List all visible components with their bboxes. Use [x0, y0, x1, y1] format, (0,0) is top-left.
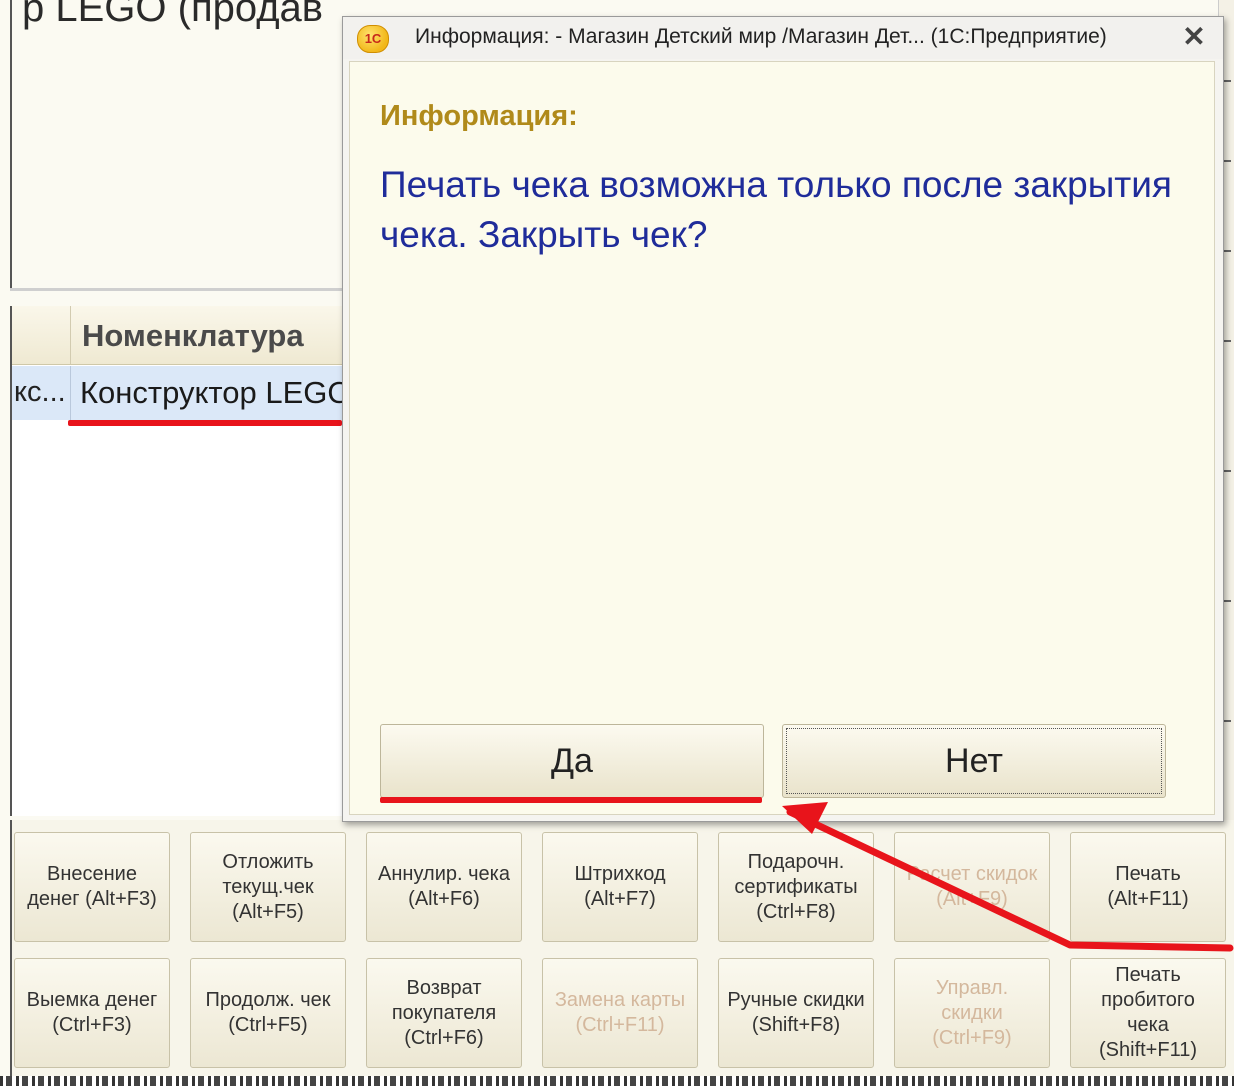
dialog-title: Информация: - Магазин Детский мир /Магаз… [415, 25, 1107, 48]
dialog-heading: Информация: [380, 100, 578, 132]
edge-mark [1223, 340, 1231, 342]
status-strip [0, 1076, 1234, 1086]
dialog-titlebar[interactable]: 1С Информация: - Магазин Детский мир /Ма… [343, 17, 1223, 59]
annotation-underline-yes [380, 797, 762, 803]
toolbar-button-row2-3[interactable]: Возврат покупателя (Ctrl+F6) [366, 958, 522, 1068]
edge-mark [1223, 720, 1231, 722]
toolbar-button-row2-4: Замена карты (Ctrl+F11) [542, 958, 698, 1068]
toolbar-button-row1-1[interactable]: Внесение денег (Alt+F3) [14, 832, 170, 942]
edge-mark [1223, 250, 1231, 252]
edge-mark [1223, 470, 1231, 472]
goods-table[interactable]: Номенклатура кс... Конструктор LEGO [10, 306, 352, 816]
toolbar-button-row1-4[interactable]: Штрихкод (Alt+F7) [542, 832, 698, 942]
toolbar-button-row1-2[interactable]: Отложить текущ.чек (Alt+F5) [190, 832, 346, 942]
table-cell-nomenclature: Конструктор LEGO [80, 375, 352, 410]
app-logo-icon: 1С [357, 25, 389, 53]
toolbar-button-row2-1[interactable]: Выемка денег (Ctrl+F3) [14, 958, 170, 1068]
yes-button[interactable]: Да [380, 724, 764, 798]
close-icon[interactable]: ✕ [1179, 21, 1209, 53]
annotation-underline-item [68, 420, 342, 426]
edge-mark [1223, 80, 1231, 82]
toolbar-button-row1-3[interactable]: Аннулир. чека (Alt+F6) [366, 832, 522, 942]
info-dialog: 1С Информация: - Магазин Детский мир /Ма… [342, 16, 1224, 822]
column-header-nomenclature[interactable]: Номенклатура [82, 318, 304, 354]
document-title: р LEGO (продав [22, 0, 324, 30]
column-separator [70, 366, 71, 420]
edge-mark [1223, 160, 1231, 162]
dialog-message: Печать чека возможна только после закрыт… [380, 164, 1172, 255]
edge-mark [1223, 600, 1231, 602]
annotation-arrow [782, 802, 1234, 952]
document-header-panel: р LEGO (продав [10, 0, 352, 290]
dialog-body: Информация: Печать чека возможна только … [349, 61, 1215, 815]
table-header: Номенклатура [12, 306, 348, 365]
toolbar-button-row2-2[interactable]: Продолж. чек (Ctrl+F5) [190, 958, 346, 1068]
table-cell-code: кс... [14, 376, 66, 408]
table-row[interactable]: кс... Конструктор LEGO [12, 366, 352, 420]
column-separator [70, 306, 71, 364]
